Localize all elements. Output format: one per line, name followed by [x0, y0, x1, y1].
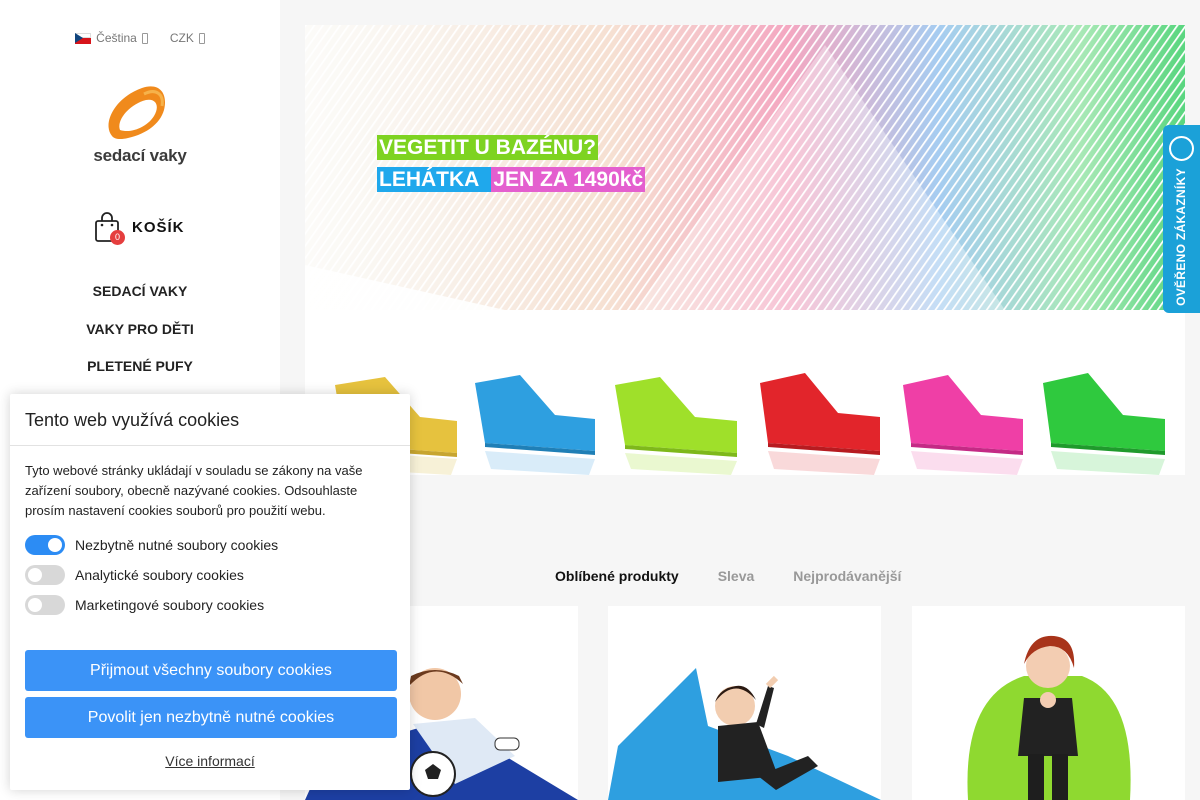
product-image-woman-green-bag	[967, 635, 1131, 800]
dropdown-icon	[198, 32, 205, 44]
analytics-cookies-label: Analytické soubory cookies	[75, 567, 244, 583]
marketing-cookies-toggle[interactable]	[25, 595, 65, 615]
verified-badge[interactable]: OVĚŘENO ZÁKAZNÍKY	[1163, 125, 1200, 313]
product-card-3[interactable]	[912, 606, 1185, 800]
menu-item-vaky-pro-deti[interactable]: VAKY PRO DĚTI	[0, 320, 280, 358]
czech-flag-icon	[75, 32, 92, 44]
cookie-divider	[10, 445, 410, 446]
verified-label: OVĚŘENO ZÁKAZNÍKY	[1174, 168, 1188, 306]
accept-all-cookies-button[interactable]: Přijmout všechny soubory cookies	[25, 650, 397, 691]
lounger-pink	[903, 375, 1023, 475]
banner-line2b: JEN ZA 1490kč	[491, 167, 646, 192]
tab-sleva[interactable]: Sleva	[718, 568, 755, 584]
toggle-row-marketing: Marketingové soubory cookies	[25, 595, 264, 615]
more-info-link[interactable]: Více informací	[10, 753, 410, 769]
lounger-blue	[475, 375, 595, 475]
necessary-cookies-label: Nezbytně nutné soubory cookies	[75, 537, 279, 553]
analytics-cookies-toggle[interactable]	[25, 565, 65, 585]
language-selector[interactable]: Čeština	[75, 31, 148, 45]
tab-oblibene[interactable]: Oblíbené produkty	[555, 568, 679, 584]
tab-nejprodavanejsi[interactable]: Nejprodávanější	[793, 568, 901, 584]
cart-count-badge: 0	[110, 230, 125, 245]
lounger-row	[335, 373, 1165, 475]
lounger-lime	[615, 377, 737, 475]
cart-label: KOŠÍK	[132, 218, 185, 236]
lounger-red	[760, 373, 880, 475]
banner-headline: VEGETIT U BAZÉNU? LEHÁTKA JEN ZA 1490kč	[377, 132, 646, 196]
topbar: Čeština CZK	[0, 31, 280, 45]
dropdown-icon	[141, 32, 148, 44]
toggle-row-analytics: Analytické soubory cookies	[25, 565, 244, 585]
currency-label: CZK	[169, 31, 194, 45]
currency-selector[interactable]: CZK	[170, 31, 205, 45]
hero-banner[interactable]: VEGETIT U BAZÉNU? LEHÁTKA JEN ZA 1490kč	[305, 25, 1185, 475]
necessary-cookies-toggle[interactable]	[25, 535, 65, 555]
banner-line2a: LEHÁTKA	[377, 167, 492, 192]
cookie-title: Tento web využívá cookies	[25, 410, 240, 430]
toggle-row-necessary: Nezbytně nutné soubory cookies	[25, 535, 278, 555]
shopping-bag-icon: 0	[94, 212, 125, 245]
product-tabs: Oblíbené produkty Sleva Nejprodávanější	[555, 568, 901, 584]
banner-line1: VEGETIT U BAZÉNU?	[377, 135, 599, 160]
marketing-cookies-label: Marketingové soubory cookies	[75, 597, 265, 613]
accept-necessary-cookies-button[interactable]: Povolit jen nezbytně nutné cookies	[25, 697, 397, 738]
menu-item-pletene-pufy[interactable]: PLETENÉ PUFY	[0, 357, 280, 395]
cart-link[interactable]: 0 KOŠÍK	[94, 212, 185, 245]
brand-name: sedací vaky	[93, 146, 187, 165]
language-label: Čeština	[96, 31, 137, 45]
main-menu: SEDACÍ VAKY VAKY PRO DĚTI PLETENÉ PUFY	[0, 282, 280, 395]
cookie-description: Tyto webové stránky ukládají v souladu s…	[25, 463, 363, 518]
cookie-dialog: Tento web využívá cookies Tyto webové st…	[10, 394, 410, 790]
lounger-green	[1043, 373, 1165, 475]
product-card-2[interactable]	[608, 606, 881, 800]
heureka-icon	[1169, 136, 1194, 161]
product-image-girl-blue-bag	[608, 668, 881, 800]
menu-item-sedaci-vaky[interactable]: SEDACÍ VAKY	[0, 282, 280, 320]
